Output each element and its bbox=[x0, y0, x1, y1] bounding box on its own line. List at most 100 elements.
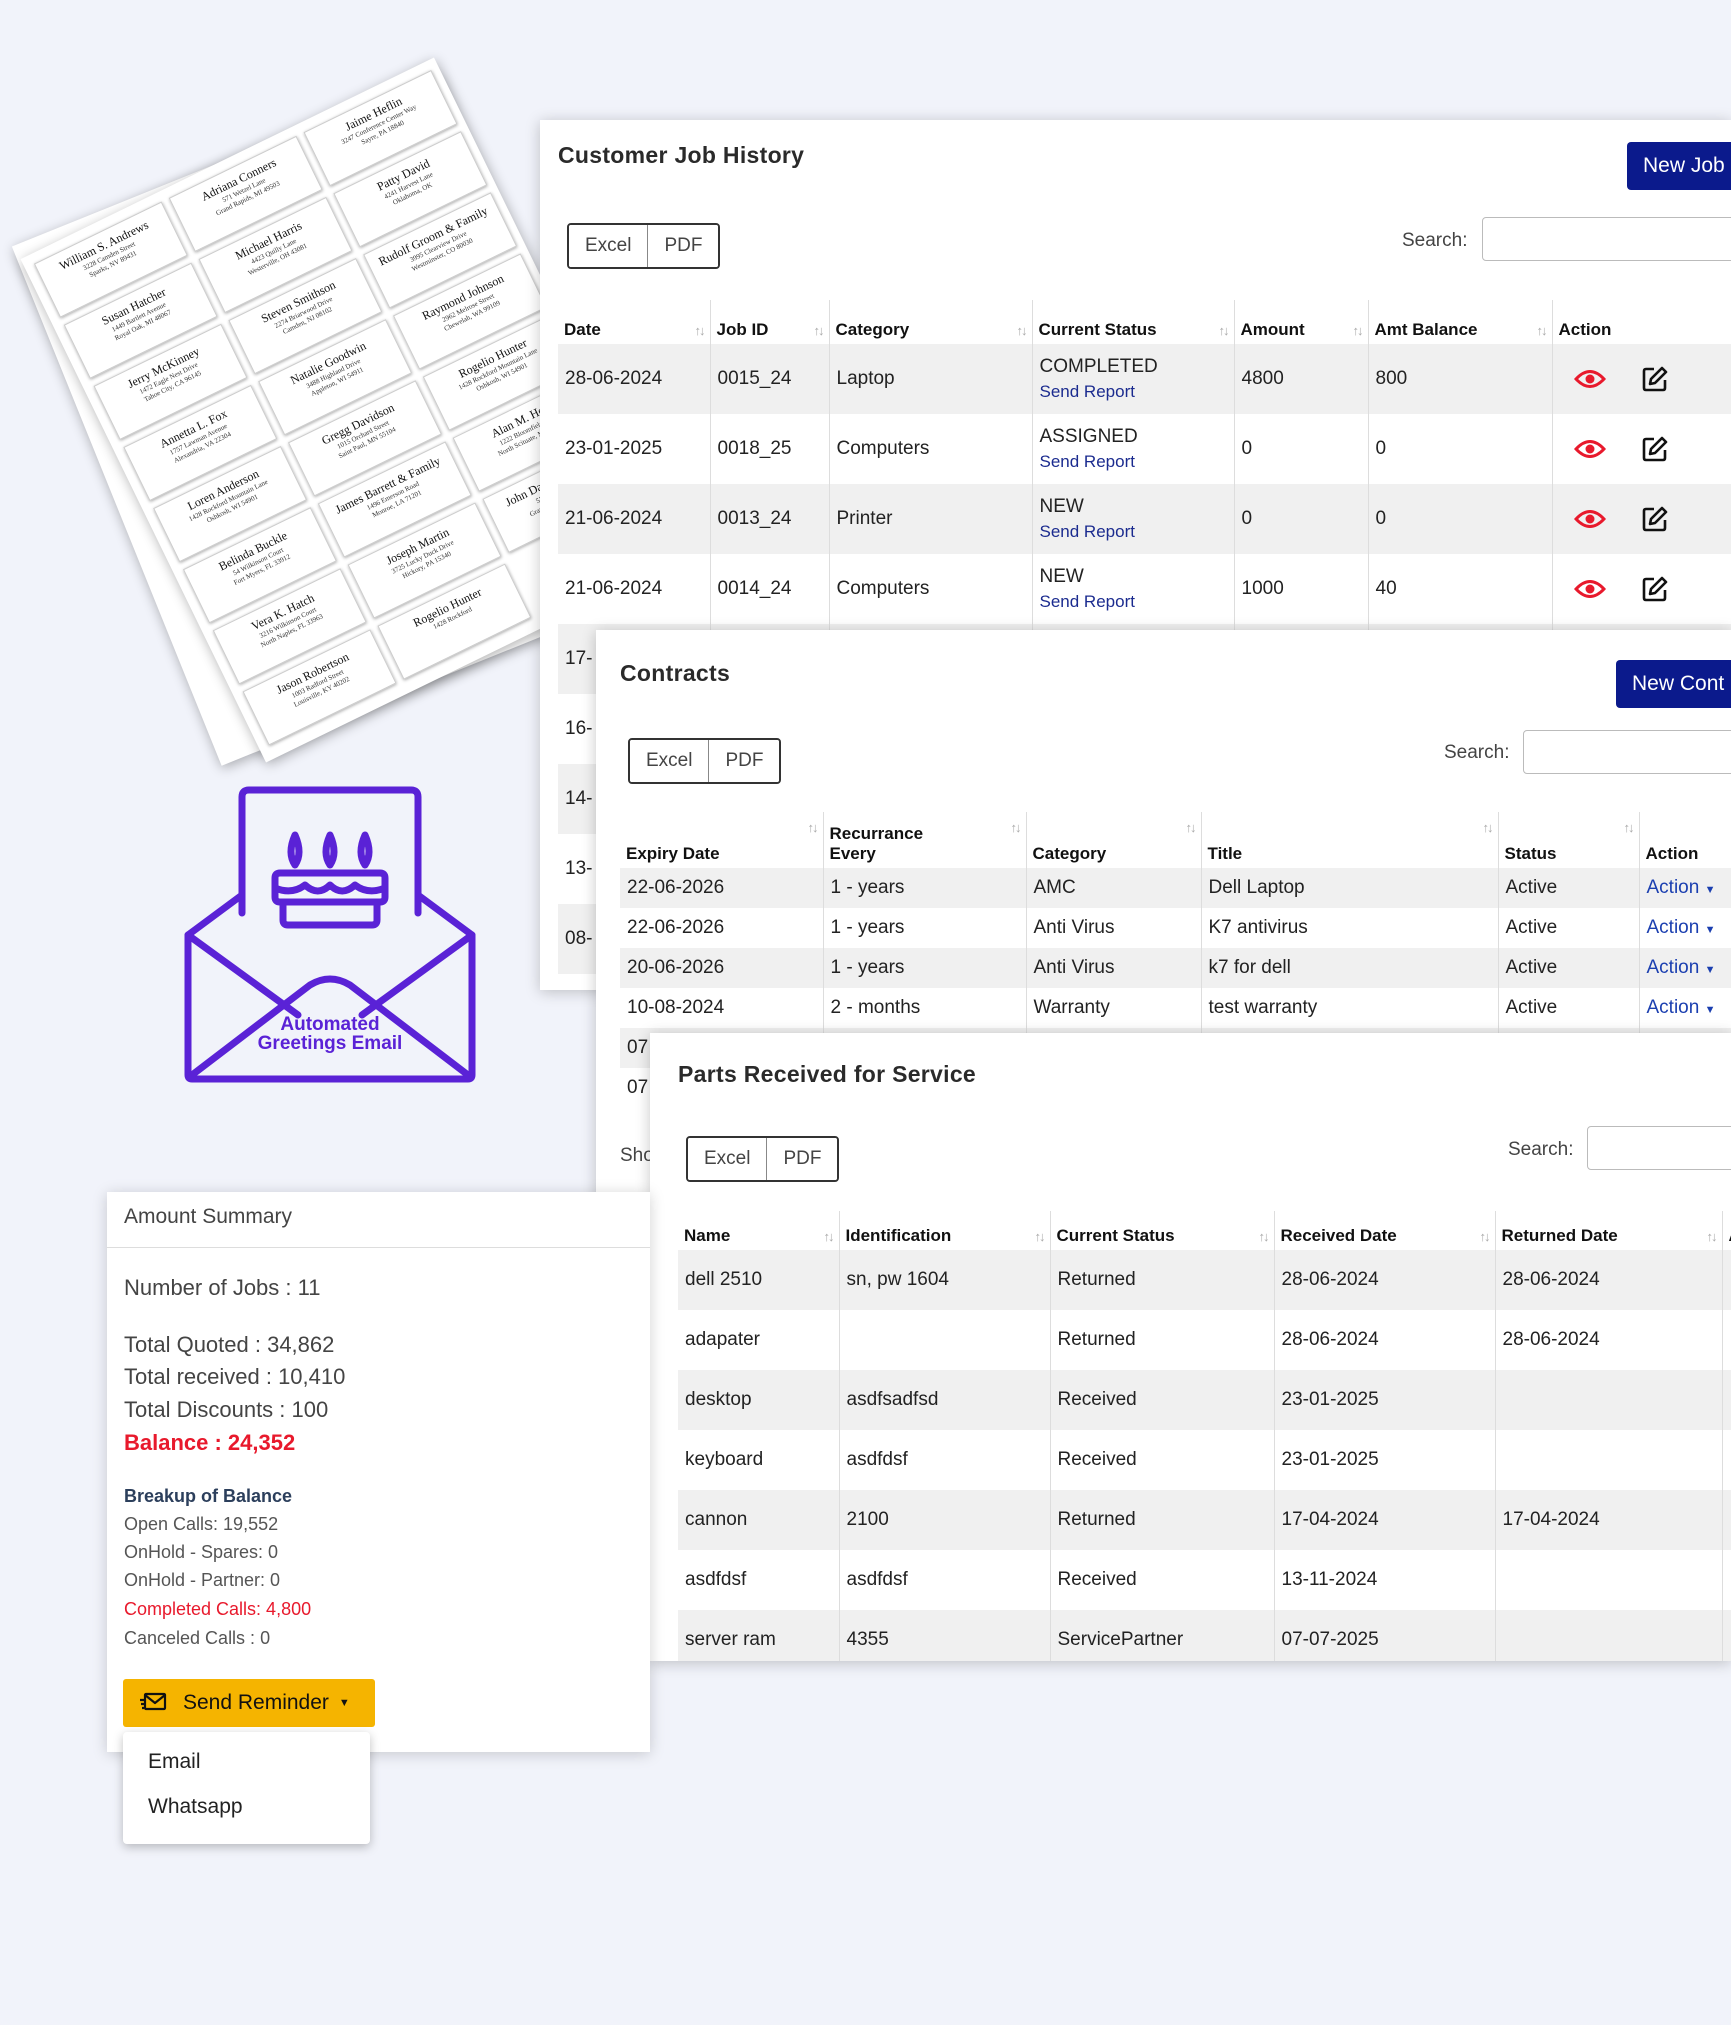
new-job-button[interactable]: New Job bbox=[1627, 142, 1731, 190]
cell-action: Action ▼ bbox=[1639, 868, 1731, 908]
col-recurrance[interactable]: Recurrance Every ↑↓ bbox=[823, 812, 1027, 868]
action-dropdown[interactable]: Action ▼ bbox=[1647, 917, 1716, 938]
col-category[interactable]: Category ↑↓ bbox=[1026, 812, 1202, 868]
table-row: 21-06-2024 0013_24 Printer NEW Send Repor… bbox=[558, 484, 1731, 554]
view-eye-icon[interactable] bbox=[1573, 578, 1606, 600]
send-report-link[interactable]: Send Report bbox=[1040, 452, 1227, 472]
col-identification[interactable]: Identification ↑↓ bbox=[839, 1211, 1051, 1250]
pdf-button[interactable]: PDF bbox=[708, 740, 780, 782]
cell-returned-date bbox=[1495, 1550, 1723, 1610]
cell-returned-date bbox=[1495, 1370, 1723, 1430]
breakup-title: Breakup of Balance bbox=[124, 1486, 293, 1506]
col-returned-date[interactable]: Returned Date ↑↓ bbox=[1495, 1211, 1723, 1250]
parts-export-group: Excel PDF bbox=[686, 1136, 840, 1182]
total-received: Total received : 10,410 bbox=[124, 1364, 346, 1389]
status-text: NEW bbox=[1039, 496, 1084, 517]
sort-icon: ↑↓ bbox=[1034, 1229, 1046, 1244]
send-report-link[interactable]: Send Report bbox=[1040, 382, 1227, 402]
edit-icon[interactable] bbox=[1641, 435, 1669, 463]
contracts-export-group: Excel PDF bbox=[628, 738, 782, 784]
contracts-search-input[interactable] bbox=[1523, 730, 1731, 774]
col-action: Action bbox=[1639, 812, 1731, 868]
onhold-spares: OnHold - Spares: 0 bbox=[124, 1542, 279, 1562]
cell-name: adapater bbox=[678, 1310, 840, 1370]
parts-search-input[interactable] bbox=[1587, 1126, 1731, 1170]
send-reminder-button[interactable]: Send Reminder ▼ bbox=[123, 1679, 375, 1727]
canceled-calls: Canceled Calls : 0 bbox=[124, 1628, 271, 1648]
cell-identification: 2100 bbox=[839, 1490, 1051, 1550]
cell-received-date: 17-04-2024 bbox=[1274, 1490, 1496, 1550]
col-status[interactable]: Status ↑↓ bbox=[1498, 812, 1640, 868]
cell-status: Returned bbox=[1050, 1490, 1275, 1550]
cell-expiry: 20-06-2026 bbox=[620, 948, 824, 988]
parts-table: Name ↑↓ Identification ↑↓ Current Status ↑↓… bbox=[678, 1211, 1731, 1661]
send-report-link[interactable]: Send Report bbox=[1040, 592, 1227, 612]
sort-icon: ↑↓ bbox=[1352, 323, 1364, 338]
cell-balance: 0 bbox=[1368, 414, 1553, 484]
job-history-search-input[interactable] bbox=[1482, 217, 1731, 261]
job-history-search-label: Search: bbox=[1402, 230, 1468, 251]
col-category[interactable]: Category ↑↓ bbox=[829, 300, 1033, 344]
balance-total: Balance : 24,352 bbox=[124, 1430, 296, 1455]
action-dropdown[interactable]: Action ▼ bbox=[1647, 877, 1716, 898]
col-action: A bbox=[1722, 1211, 1731, 1250]
cell-category: Anti Virus bbox=[1026, 908, 1202, 948]
menu-item-whatsapp[interactable]: Whatsapp bbox=[148, 1795, 243, 1819]
cell-expiry: 22-06-2026 bbox=[620, 908, 824, 948]
cell-date: 21-06-2024 bbox=[558, 484, 711, 554]
edit-icon[interactable] bbox=[1641, 505, 1669, 533]
parts-title: Parts Received for Service bbox=[678, 1061, 977, 1087]
col-name[interactable]: Name ↑↓ bbox=[678, 1211, 840, 1250]
new-contract-button[interactable]: New Cont bbox=[1616, 660, 1731, 708]
col-amt-balance[interactable]: Amt Balance ↑↓ bbox=[1368, 300, 1553, 344]
cell-status: ServicePartner bbox=[1050, 1610, 1275, 1661]
cell-name: keyboard bbox=[678, 1430, 840, 1490]
pdf-button[interactable]: PDF bbox=[647, 225, 719, 267]
cell-title: Dell Laptop bbox=[1201, 868, 1499, 908]
col-current-status[interactable]: Current Status ↑↓ bbox=[1050, 1211, 1275, 1250]
col-title[interactable]: Title ↑↓ bbox=[1201, 812, 1499, 868]
excel-button[interactable]: Excel bbox=[688, 1138, 767, 1180]
view-eye-icon[interactable] bbox=[1573, 368, 1606, 390]
status-text: NEW bbox=[1039, 566, 1084, 587]
view-eye-icon[interactable] bbox=[1573, 508, 1606, 530]
cell-category: AMC bbox=[1026, 868, 1202, 908]
cell-identification: sn, pw 1604 bbox=[839, 1250, 1051, 1310]
excel-button[interactable]: Excel bbox=[630, 740, 709, 782]
send-report-link[interactable]: Send Report bbox=[1040, 522, 1227, 542]
cell-identification: asdfdsf bbox=[839, 1430, 1051, 1490]
menu-item-email[interactable]: Email bbox=[148, 1750, 201, 1774]
col-expiry-date[interactable]: Expiry Date ↑↓ bbox=[620, 812, 824, 868]
action-dropdown[interactable]: Action ▼ bbox=[1647, 957, 1716, 978]
excel-button[interactable]: Excel bbox=[569, 225, 648, 267]
view-eye-icon[interactable] bbox=[1573, 438, 1606, 460]
cell-amount: 4800 bbox=[1234, 344, 1369, 414]
cell-title: K7 antivirus bbox=[1201, 908, 1499, 948]
cell-action bbox=[1552, 344, 1731, 414]
cell-action bbox=[1552, 484, 1731, 554]
edit-icon[interactable] bbox=[1641, 365, 1669, 393]
action-dropdown[interactable]: Action ▼ bbox=[1647, 997, 1716, 1018]
col-job-id[interactable]: Job ID ↑↓ bbox=[710, 300, 830, 344]
sort-icon: ↑↓ bbox=[813, 323, 825, 338]
cell-identification: 4355 bbox=[839, 1610, 1051, 1661]
col-current-status[interactable]: Current Status ↑↓ bbox=[1032, 300, 1235, 344]
contracts-footer-info: Sho bbox=[620, 1145, 654, 1166]
cell-expiry: 22-06-2026 bbox=[620, 868, 824, 908]
cell-category: Laptop bbox=[829, 344, 1033, 414]
col-received-date[interactable]: Received Date ↑↓ bbox=[1274, 1211, 1496, 1250]
sort-icon: ↑↓ bbox=[1218, 323, 1230, 338]
sort-icon: ↑↓ bbox=[1016, 323, 1028, 338]
cell-name: asdfdsf bbox=[678, 1550, 840, 1610]
table-row: 10-08-2024 2 - months Warranty test warr… bbox=[620, 988, 1731, 1028]
col-amount[interactable]: Amount ↑↓ bbox=[1234, 300, 1369, 344]
greeting-caption-line1: Automated bbox=[280, 1014, 380, 1035]
edit-icon[interactable] bbox=[1641, 575, 1669, 603]
caret-down-icon: ▼ bbox=[1704, 964, 1716, 976]
cell-date: 28-06-2024 bbox=[558, 344, 711, 414]
table-row: desktop asdfsadfsd Received 23-01-2025 bbox=[678, 1370, 1731, 1430]
col-date[interactable]: Date ↑↓ bbox=[558, 300, 711, 344]
cell-status: NEW Send Report bbox=[1032, 484, 1235, 554]
cell-job-id: 0015_24 bbox=[710, 344, 830, 414]
pdf-button[interactable]: PDF bbox=[766, 1138, 838, 1180]
